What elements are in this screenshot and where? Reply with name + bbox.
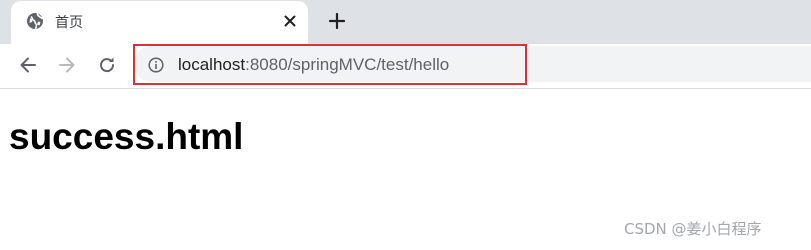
watermark: CSDN @姜小白程序 — [624, 220, 762, 238]
active-tab[interactable]: 首页 — [11, 1, 308, 44]
close-icon[interactable] — [281, 12, 299, 30]
url-path: :8080/springMVC/test/hello — [245, 55, 450, 74]
new-tab-plus-icon[interactable] — [326, 10, 348, 32]
url-text[interactable]: localhost:8080/springMVC/test/hello — [178, 55, 449, 75]
info-icon[interactable] — [148, 57, 164, 73]
reload-icon[interactable] — [96, 54, 118, 76]
forward-arrow-icon[interactable] — [56, 54, 78, 76]
globe-icon — [26, 12, 44, 30]
url-host: localhost — [178, 55, 246, 74]
page-heading: success.html — [9, 116, 244, 157]
toolbar-divider — [0, 88, 811, 89]
tab-strip: 首页 — [0, 0, 811, 44]
back-arrow-icon[interactable] — [17, 54, 39, 76]
tab-title: 首页 — [55, 15, 83, 31]
